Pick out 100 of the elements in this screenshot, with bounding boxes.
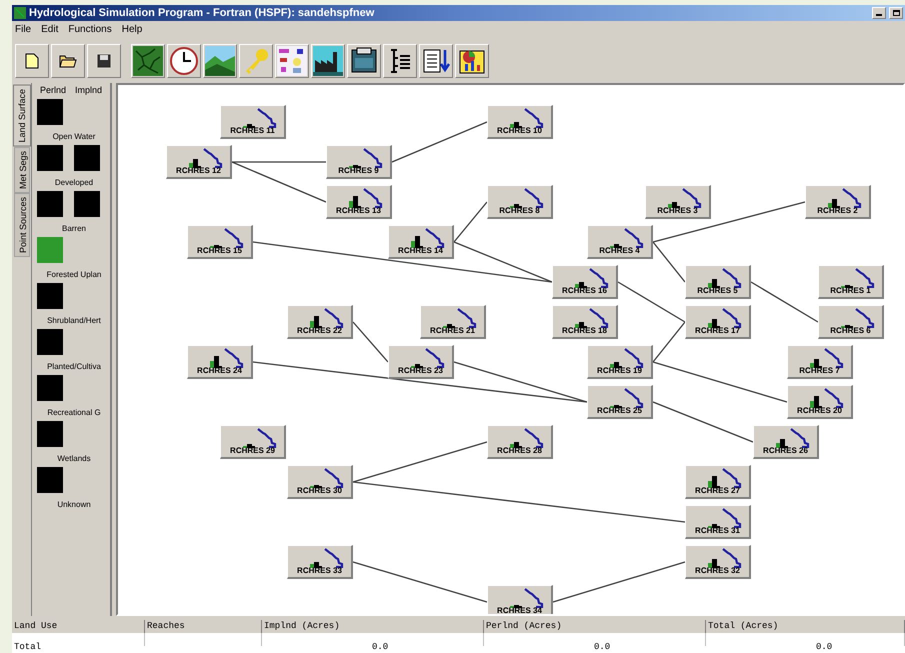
reach-node[interactable]: RCHRES 33 (287, 545, 353, 579)
reach-node[interactable]: RCHRES 32 (685, 545, 751, 579)
column-header[interactable]: Total (Acres) (706, 620, 905, 633)
menu-item[interactable]: Edit (41, 22, 58, 36)
reach-node[interactable]: RCHRES 6 (818, 305, 884, 339)
reach-node[interactable]: RCHRES 30 (287, 465, 353, 499)
toolbar-button[interactable] (419, 44, 453, 78)
column-header: Implnd (75, 86, 102, 95)
reach-node[interactable]: RCHRES 31 (685, 505, 751, 539)
land-use-label: Recreational G (46, 409, 102, 417)
bar-chart-icon (349, 165, 361, 168)
reach-node[interactable]: RCHRES 19 (587, 345, 653, 379)
reach-node[interactable]: RCHRES 27 (685, 465, 751, 499)
save-icon (97, 54, 111, 68)
reach-node[interactable]: RCHRES 5 (685, 265, 751, 299)
toolbar-button[interactable] (203, 44, 237, 78)
table-cell: 0.0 (372, 642, 388, 652)
land-use-label: Forested Uplan (46, 271, 102, 279)
reach-node[interactable]: RCHRES 1 (818, 265, 884, 299)
toolbar-button[interactable] (87, 44, 121, 78)
minimize-button[interactable] (872, 7, 886, 19)
reach-node[interactable]: RCHRES 34 (487, 585, 553, 614)
side-tab[interactable]: Land Surface (12, 85, 30, 147)
river-icon (721, 548, 743, 568)
land-use-swatch[interactable] (74, 191, 100, 217)
river-icon (223, 228, 245, 248)
river-icon (789, 428, 811, 448)
reach-label: RCHRES 25 (596, 407, 643, 415)
toolbar-button[interactable] (347, 44, 381, 78)
reach-node[interactable]: RCHRES 2 (805, 185, 871, 219)
land-use-swatch[interactable] (37, 145, 63, 171)
reach-node[interactable]: RCHRES 28 (487, 425, 553, 459)
land-use-swatch[interactable] (37, 329, 63, 355)
land-use-swatch[interactable] (37, 375, 63, 401)
river-icon (323, 308, 345, 328)
reach-node[interactable]: RCHRES 12 (166, 145, 232, 179)
reach-node[interactable]: RCHRES 4 (587, 225, 653, 259)
reach-node[interactable]: RCHRES 18 (552, 305, 618, 339)
reach-label: RCHRES 22 (296, 327, 343, 335)
reach-node[interactable]: RCHRES 24 (187, 345, 253, 379)
bar-chart-icon (708, 476, 720, 488)
reach-label: RCHRES 26 (762, 447, 809, 455)
reach-node[interactable]: RCHRES 13 (326, 185, 392, 219)
side-tab[interactable]: Point Sources (14, 192, 30, 257)
reach-node[interactable]: RCHRES 10 (487, 105, 553, 139)
side-tab[interactable]: Met Segs (14, 146, 30, 193)
reach-node[interactable]: RCHRES 22 (287, 305, 353, 339)
bar-chart-icon (243, 444, 255, 448)
river-map-icon (133, 46, 163, 76)
menu-item[interactable]: Help (122, 22, 142, 36)
bar-chart-icon (841, 285, 853, 288)
reach-node[interactable]: RCHRES 20 (787, 385, 853, 419)
toolbar-button[interactable] (383, 44, 417, 78)
toolbar-button[interactable] (167, 44, 201, 78)
toolbar-button[interactable] (51, 44, 85, 78)
column-header[interactable]: Reaches (145, 620, 262, 633)
toolbar-button[interactable] (455, 44, 489, 78)
reach-node[interactable]: RCHRES 16 (552, 265, 618, 299)
column-header[interactable]: Land Use (12, 620, 145, 633)
bar-chart-icon (810, 359, 822, 368)
river-icon (588, 308, 610, 328)
land-use-label: Unknown (56, 501, 92, 509)
toolbar-button[interactable] (15, 44, 49, 78)
reach-node[interactable]: RCHRES 14 (388, 225, 454, 259)
restore-button[interactable] (889, 7, 903, 19)
reach-node[interactable]: RCHRES 23 (388, 345, 454, 379)
reach-node[interactable]: RCHRES 17 (685, 305, 751, 339)
reach-node[interactable]: RCHRES 7 (787, 345, 853, 379)
column-header[interactable]: Perlnd (Acres) (484, 620, 706, 633)
reach-node[interactable]: RCHRES 8 (487, 185, 553, 219)
toolbar-button[interactable] (131, 44, 165, 78)
river-icon (854, 268, 876, 288)
reach-node[interactable]: RCHRES 9 (326, 145, 392, 179)
land-use-swatch[interactable] (37, 467, 63, 493)
reach-node[interactable]: RCHRES 25 (587, 385, 653, 419)
bar-chart-icon (310, 316, 322, 328)
toolbar-button[interactable] (275, 44, 309, 78)
land-use-swatch[interactable] (37, 421, 63, 447)
reach-node[interactable]: RCHRES 11 (220, 105, 286, 139)
land-use-swatch[interactable] (74, 145, 100, 171)
reach-node[interactable]: RCHRES 3 (645, 185, 711, 219)
column-header[interactable]: Implnd (Acres) (262, 620, 484, 633)
reach-label: RCHRES 27 (694, 487, 741, 495)
land-use-swatch[interactable] (37, 191, 63, 217)
reach-node[interactable]: RCHRES 15 (187, 225, 253, 259)
land-use-swatch[interactable] (37, 283, 63, 309)
reach-label: RCHRES 3 (656, 207, 699, 215)
reach-node[interactable]: RCHRES 26 (753, 425, 819, 459)
river-icon (721, 268, 743, 288)
land-use-label: Barren (60, 225, 87, 233)
land-use-swatch[interactable] (37, 99, 63, 125)
bar-chart-icon (610, 405, 622, 408)
menu-item[interactable]: Functions (68, 22, 112, 36)
menu-item[interactable]: File (15, 22, 32, 36)
toolbar-button[interactable] (311, 44, 345, 78)
reach-label: RCHRES 13 (335, 207, 382, 215)
land-use-swatch[interactable] (37, 237, 63, 263)
reach-node[interactable]: RCHRES 21 (420, 305, 486, 339)
river-icon (256, 428, 278, 448)
reach-node[interactable]: RCHRES 29 (220, 425, 286, 459)
